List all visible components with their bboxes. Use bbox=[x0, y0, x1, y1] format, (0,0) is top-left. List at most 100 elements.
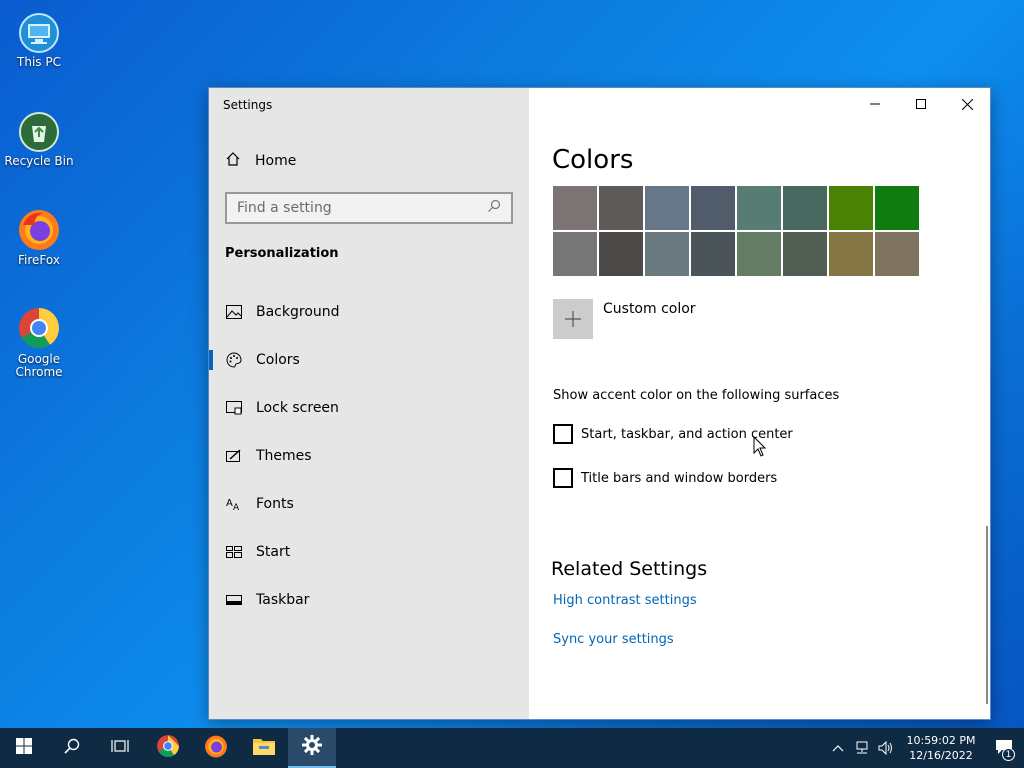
mouse-cursor-icon bbox=[753, 435, 767, 462]
checkbox-box[interactable] bbox=[553, 468, 573, 488]
color-swatch[interactable] bbox=[691, 186, 735, 230]
chrome-icon bbox=[16, 305, 62, 351]
desktop-icon-label: Recycle Bin bbox=[4, 154, 74, 168]
desktop-icon-google-chrome[interactable]: Google Chrome bbox=[4, 305, 74, 379]
desktop-icon-label: FireFox bbox=[18, 253, 60, 267]
related-settings-title: Related Settings bbox=[551, 558, 708, 580]
show-hidden-icons-button[interactable] bbox=[826, 728, 850, 768]
custom-color-button[interactable]: Custom color bbox=[553, 299, 696, 339]
action-center-button[interactable]: 1 bbox=[984, 728, 1024, 768]
clock[interactable]: 10:59:02 PM 12/16/2022 bbox=[902, 733, 980, 763]
search-icon bbox=[487, 199, 501, 217]
search-button[interactable] bbox=[48, 728, 96, 768]
custom-color-label: Custom color bbox=[603, 301, 696, 317]
sidebar-item-label: Themes bbox=[256, 448, 312, 464]
checkbox-label: Title bars and window borders bbox=[581, 470, 778, 486]
chrome-icon bbox=[156, 734, 180, 762]
taskbar-icon bbox=[225, 591, 243, 609]
color-swatch[interactable] bbox=[553, 232, 597, 276]
desktop-icon-recycle-bin[interactable]: Recycle Bin bbox=[4, 107, 74, 168]
this-pc-icon bbox=[16, 8, 62, 54]
taskbar-firefox[interactable] bbox=[192, 728, 240, 768]
color-swatch[interactable] bbox=[783, 232, 827, 276]
maximize-button[interactable] bbox=[898, 88, 944, 120]
sidebar-item-label: Start bbox=[256, 544, 291, 560]
sidebar-item-label: Colors bbox=[256, 352, 300, 368]
start-button[interactable] bbox=[0, 728, 48, 768]
close-button[interactable] bbox=[944, 88, 990, 120]
page-title: Colors bbox=[552, 145, 634, 175]
color-swatch[interactable] bbox=[645, 186, 689, 230]
nav-list: Background Colors Lock screen Themes AA … bbox=[209, 288, 529, 624]
color-swatch[interactable] bbox=[737, 186, 781, 230]
system-tray: 10:59:02 PM 12/16/2022 1 bbox=[826, 728, 1024, 768]
folder-icon bbox=[253, 737, 275, 759]
task-view-icon bbox=[111, 738, 129, 758]
home-icon bbox=[225, 151, 255, 171]
color-swatch[interactable] bbox=[875, 232, 919, 276]
sidebar: Settings Home Find a setting Personaliza… bbox=[209, 88, 529, 719]
sidebar-item-fonts[interactable]: AA Fonts bbox=[209, 480, 529, 528]
plus-icon bbox=[553, 299, 593, 339]
firefox-icon bbox=[16, 206, 62, 252]
clock-time: 10:59:02 PM bbox=[906, 734, 976, 747]
color-swatch[interactable] bbox=[829, 186, 873, 230]
svg-text:A: A bbox=[233, 503, 240, 511]
clock-date: 12/16/2022 bbox=[909, 749, 973, 762]
color-swatch[interactable] bbox=[645, 232, 689, 276]
sidebar-item-taskbar[interactable]: Taskbar bbox=[209, 576, 529, 624]
content-pane: Colors Custom color Show accent color on… bbox=[529, 88, 990, 719]
sync-settings-link[interactable]: Sync your settings bbox=[553, 632, 674, 647]
search-placeholder: Find a setting bbox=[237, 200, 332, 216]
color-swatch[interactable] bbox=[599, 186, 643, 230]
accent-color-grid bbox=[553, 186, 919, 276]
desktop-icon-this-pc[interactable]: This PC bbox=[4, 8, 74, 69]
gear-icon bbox=[302, 735, 322, 759]
settings-window: Settings Home Find a setting Personaliza… bbox=[208, 87, 991, 720]
taskbar-file-explorer[interactable] bbox=[240, 728, 288, 768]
checkbox-title-bars[interactable]: Title bars and window borders bbox=[553, 468, 777, 488]
sidebar-item-lock-screen[interactable]: Lock screen bbox=[209, 384, 529, 432]
color-swatch[interactable] bbox=[737, 232, 781, 276]
desktop-icon-firefox[interactable]: FireFox bbox=[4, 206, 74, 267]
section-header: Personalization bbox=[225, 246, 339, 261]
task-view-button[interactable] bbox=[96, 728, 144, 768]
high-contrast-link[interactable]: High contrast settings bbox=[553, 593, 697, 608]
network-icon[interactable] bbox=[850, 728, 874, 768]
color-swatch[interactable] bbox=[783, 186, 827, 230]
desktop-icon-label: This PC bbox=[17, 55, 61, 69]
sidebar-item-themes[interactable]: Themes bbox=[209, 432, 529, 480]
search-input[interactable]: Find a setting bbox=[225, 192, 513, 224]
color-swatch[interactable] bbox=[691, 232, 735, 276]
color-swatch[interactable] bbox=[599, 232, 643, 276]
window-title: Settings bbox=[223, 98, 273, 112]
search-icon bbox=[64, 738, 80, 758]
recycle-bin-icon bbox=[16, 107, 62, 153]
taskbar-settings[interactable] bbox=[288, 728, 336, 768]
sidebar-item-colors[interactable]: Colors bbox=[209, 336, 529, 384]
desktop-icon-label: Google Chrome bbox=[15, 352, 63, 379]
sidebar-item-label: Taskbar bbox=[256, 592, 310, 608]
accent-surfaces-header: Show accent color on the following surfa… bbox=[553, 388, 840, 403]
color-swatch[interactable] bbox=[875, 186, 919, 230]
sidebar-item-start[interactable]: Start bbox=[209, 528, 529, 576]
sidebar-item-label: Background bbox=[256, 304, 340, 320]
sidebar-item-label: Lock screen bbox=[256, 400, 339, 416]
home-nav[interactable]: Home bbox=[225, 151, 296, 171]
taskbar-chrome[interactable] bbox=[144, 728, 192, 768]
color-swatch[interactable] bbox=[553, 186, 597, 230]
checkbox-box[interactable] bbox=[553, 424, 573, 444]
window-controls bbox=[852, 88, 990, 120]
start-icon bbox=[225, 543, 243, 561]
sidebar-item-background[interactable]: Background bbox=[209, 288, 529, 336]
notification-count: 1 bbox=[1002, 748, 1015, 761]
sidebar-item-label: Fonts bbox=[256, 496, 294, 512]
fonts-icon: AA bbox=[225, 495, 243, 513]
color-swatch[interactable] bbox=[829, 232, 873, 276]
svg-text:A: A bbox=[226, 498, 233, 509]
scrollbar[interactable] bbox=[986, 526, 988, 704]
volume-icon[interactable] bbox=[874, 728, 898, 768]
themes-icon bbox=[225, 447, 243, 465]
palette-icon bbox=[225, 351, 243, 369]
minimize-button[interactable] bbox=[852, 88, 898, 120]
